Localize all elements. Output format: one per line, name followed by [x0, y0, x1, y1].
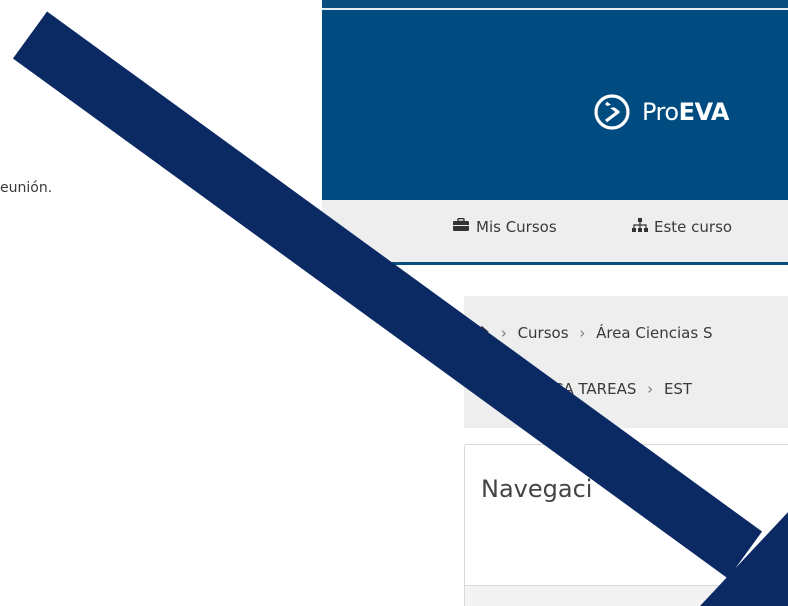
proeva-logo-icon — [594, 94, 630, 130]
home-icon[interactable] — [474, 324, 495, 342]
nav-item-este-curso[interactable]: Este curso — [632, 218, 732, 236]
breadcrumb-separator: › — [500, 324, 507, 342]
brand-header: ProEVA — [322, 10, 788, 200]
nav-item-label: Este curso — [654, 218, 733, 236]
breadcrumb-line-1: › Cursos › Área Ciencias S — [474, 324, 712, 342]
top-bar — [322, 0, 788, 10]
breadcrumb-separator: › — [647, 380, 654, 398]
breadcrumb-link-practica-tareas[interactable]: PRACTICA TAREAS — [500, 380, 636, 398]
nav-item-label: Mis Cursos — [476, 218, 557, 236]
sitemap-icon — [632, 218, 648, 236]
briefcase-icon — [452, 217, 470, 236]
page-text-fragment: eunión. — [0, 180, 53, 196]
breadcrumb-separator: › — [579, 324, 586, 342]
embedded-site-screenshot: ProEVA Mis Cursos Este curso › Cursos › … — [322, 0, 788, 606]
proeva-logo[interactable]: ProEVA — [592, 92, 730, 132]
main-navbar: Mis Cursos Este curso — [322, 200, 788, 265]
navigation-block: Navegaci — [464, 444, 788, 606]
navigation-block-title: Navegaci — [481, 475, 593, 503]
navigation-block-footer — [465, 585, 788, 606]
breadcrumb-link-cursos[interactable]: Cursos — [518, 324, 569, 342]
breadcrumb-line-2: PRACTICA TAREAS › EST — [500, 380, 692, 398]
brand-name: ProEVA — [642, 98, 730, 126]
breadcrumb-link-area[interactable]: Área Ciencias S — [596, 324, 712, 342]
breadcrumb: › Cursos › Área Ciencias S PRACTICA TARE… — [464, 296, 788, 428]
breadcrumb-link-est[interactable]: EST — [664, 380, 692, 398]
nav-item-mis-cursos[interactable]: Mis Cursos — [452, 217, 557, 236]
